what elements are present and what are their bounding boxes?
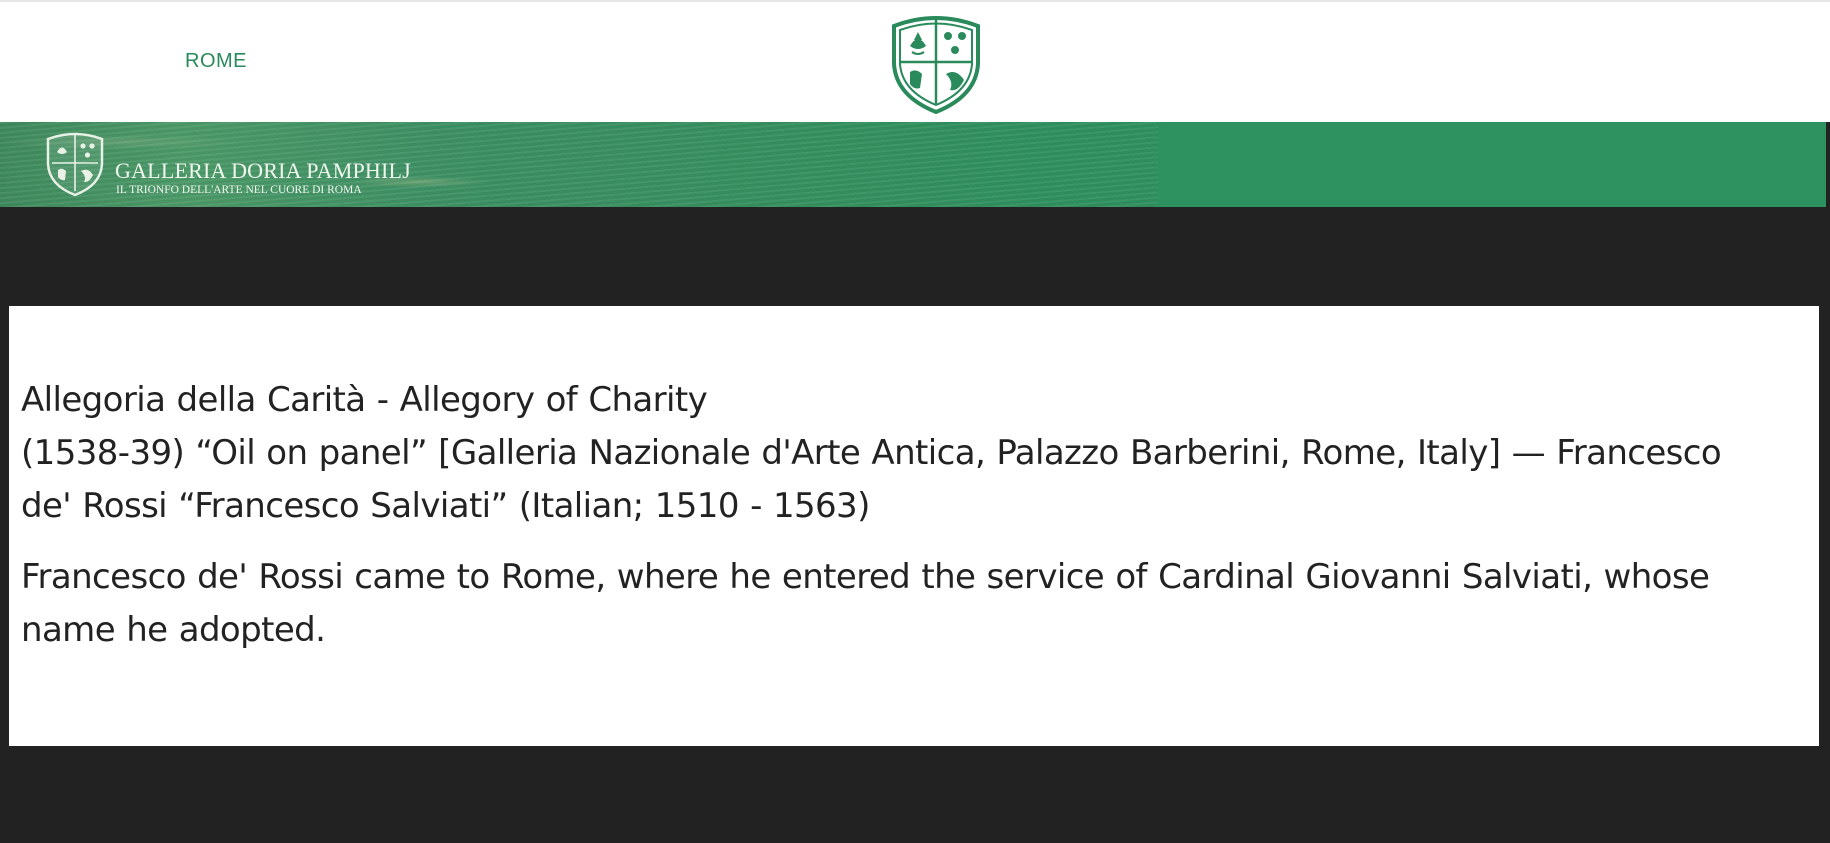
artwork-description-panel: Allegoria della Carità - Allegory of Cha… bbox=[9, 306, 1819, 746]
banner-subtitle: IL TRIONFO DELL'ARTE NEL CUORE DI ROMA bbox=[116, 184, 362, 196]
top-header: ROME bbox=[0, 0, 1830, 122]
artwork-details: Allegoria della Carità - Allegory of Cha… bbox=[21, 374, 1819, 533]
coat-of-arms-icon[interactable] bbox=[44, 130, 106, 198]
banner-solid-panel bbox=[1158, 122, 1826, 207]
artwork-details-line: (1538-39) “Oil on panel” [Galleria Nazio… bbox=[21, 433, 1722, 473]
artwork-description-line: Francesco de' Rossi came to Rome, where … bbox=[21, 557, 1710, 597]
banner-title: GALLERIA DORIA PAMPHILJ bbox=[115, 158, 411, 183]
nav-link-rome[interactable]: ROME bbox=[185, 50, 247, 73]
gallery-banner: GALLERIA DORIA PAMPHILJ IL TRIONFO DELL'… bbox=[0, 122, 1826, 207]
artwork-description: Francesco de' Rossi came to Rome, where … bbox=[21, 551, 1819, 657]
coat-of-arms-icon[interactable] bbox=[888, 12, 984, 116]
artwork-description-line: name he adopted. bbox=[21, 610, 326, 650]
artwork-details-line: de' Rossi “Francesco Salviati” (Italian;… bbox=[21, 486, 870, 526]
artwork-title: Allegoria della Carità - Allegory of Cha… bbox=[21, 380, 708, 420]
